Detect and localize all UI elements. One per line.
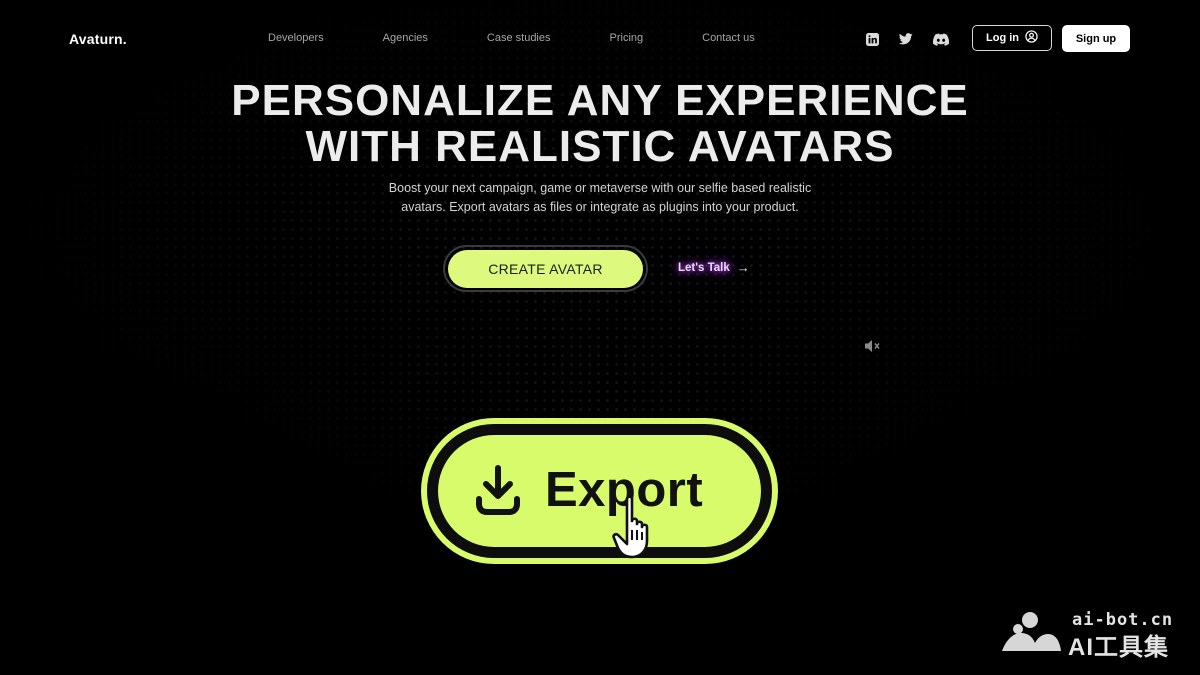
nav-link-case-studies[interactable]: Case studies bbox=[487, 32, 551, 44]
download-icon bbox=[474, 465, 522, 522]
watermark-brand: AI工具集 bbox=[1068, 634, 1169, 661]
headline-line-2: WITH REALISTIC AVATARS bbox=[305, 122, 895, 171]
nav-link-contact-us[interactable]: Contact us bbox=[702, 32, 755, 44]
user-icon bbox=[1025, 30, 1038, 46]
nav-link-pricing[interactable]: Pricing bbox=[610, 32, 644, 44]
watermark-logo-icon bbox=[1000, 607, 1062, 660]
login-label: Log in bbox=[986, 32, 1019, 44]
login-button[interactable]: Log in bbox=[972, 25, 1052, 51]
hero-description-line-1: Boost your next campaign, game or metave… bbox=[388, 181, 812, 195]
hand-pointer-icon bbox=[612, 494, 664, 567]
nav-links: Developers Agencies Case studies Pricing… bbox=[238, 32, 784, 44]
muted-speaker-icon[interactable] bbox=[864, 339, 881, 358]
page-title: PERSONALIZE ANY EXPERIENCE WITH REALISTI… bbox=[0, 78, 1200, 170]
arrow-right-icon: → bbox=[736, 260, 750, 275]
signup-button[interactable]: Sign up bbox=[1062, 25, 1130, 52]
discord-icon[interactable] bbox=[933, 31, 949, 47]
hero-description: Boost your next campaign, game or metave… bbox=[340, 179, 860, 217]
hero-description-line-2: avatars. Export avatars as files or inte… bbox=[401, 200, 799, 214]
twitter-icon[interactable] bbox=[898, 31, 914, 47]
lets-talk-link[interactable]: Let's Talk → bbox=[678, 260, 750, 275]
nav-link-developers[interactable]: Developers bbox=[268, 32, 324, 44]
brand-logo[interactable]: Avaturn. bbox=[69, 31, 127, 47]
nav-link-agencies[interactable]: Agencies bbox=[383, 32, 428, 44]
headline-line-1: PERSONALIZE ANY EXPERIENCE bbox=[231, 76, 969, 125]
linkedin-icon[interactable] bbox=[864, 31, 880, 47]
lets-talk-label: Let's Talk bbox=[678, 261, 730, 274]
create-avatar-button-outline: CREATE AVATAR bbox=[443, 245, 648, 292]
create-avatar-button[interactable]: CREATE AVATAR bbox=[448, 249, 643, 288]
top-navigation: Avaturn. Developers Agencies Case studie… bbox=[0, 0, 1200, 78]
